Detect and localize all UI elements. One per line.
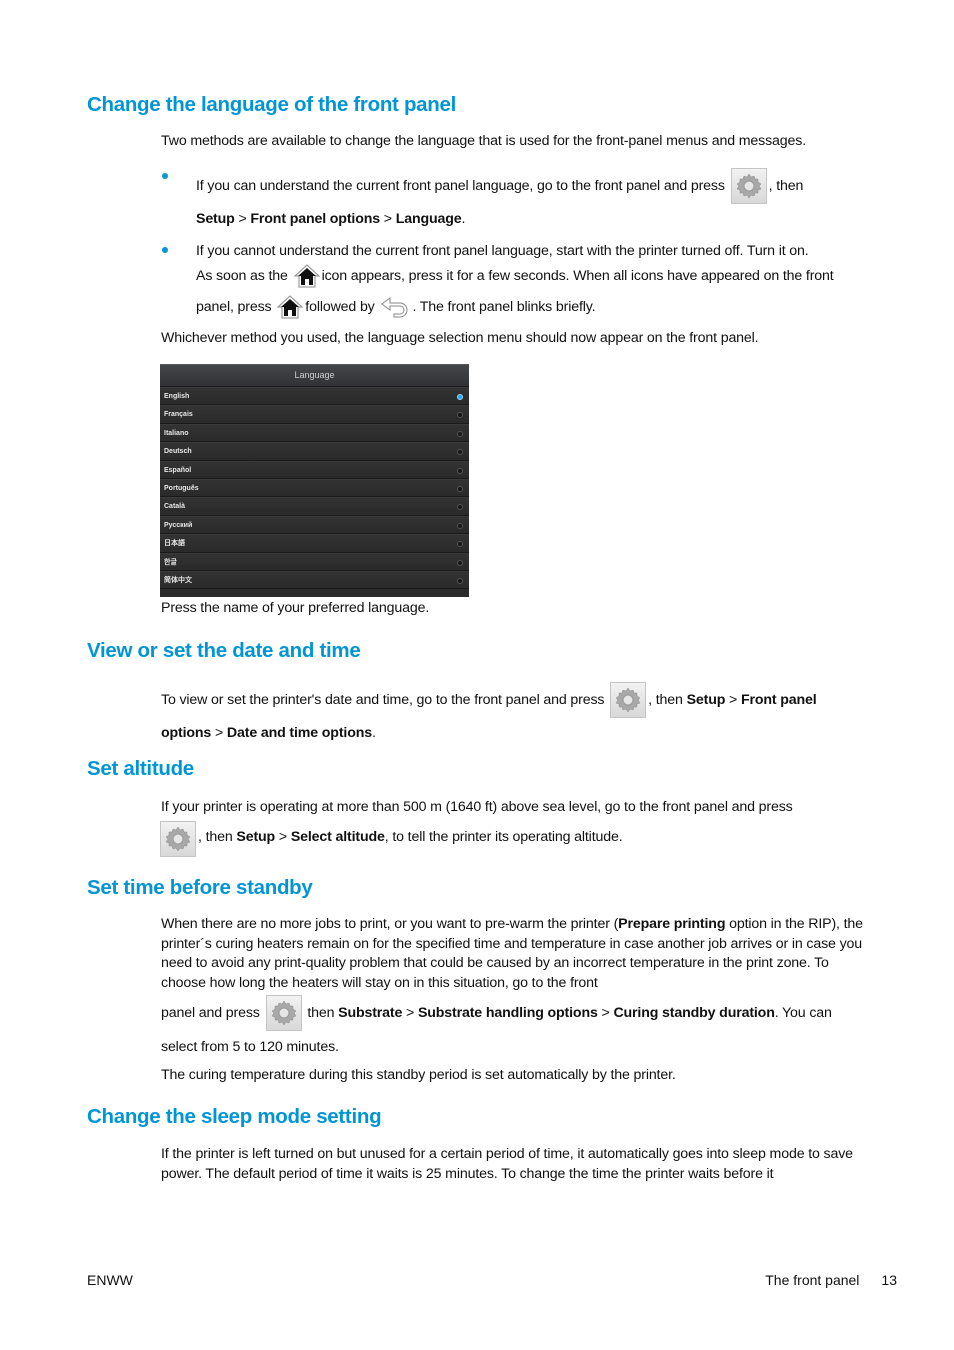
home-icon: [293, 264, 320, 288]
menu-path-front-panel-options: Front panel options: [250, 211, 380, 227]
language-option-label: Italiano: [164, 429, 189, 437]
text: .: [461, 211, 466, 227]
radio-unselected-icon[interactable]: [457, 412, 463, 419]
language-intro: Two methods are available to change the …: [161, 133, 806, 149]
page-number: 13: [881, 1272, 897, 1288]
language-method-1: If you can understand the current front …: [196, 168, 886, 234]
language-caption: Press the name of your preferred languag…: [161, 600, 430, 616]
menu-path-date-time-options: Date and time options: [226, 725, 372, 741]
text: panel and press: [161, 1004, 260, 1021]
text: , to tell the printer its operating alti…: [384, 828, 623, 845]
language-option[interactable]: 日本語: [160, 534, 469, 553]
text: then: [307, 1004, 335, 1021]
menu-path-substrate: Substrate: [338, 1004, 403, 1021]
standby-temperature-note: The curing temperature during this stand…: [161, 1067, 676, 1083]
menu-path-setup: Setup: [686, 691, 726, 708]
radio-unselected-icon[interactable]: [457, 485, 463, 492]
radio-unselected-icon[interactable]: [457, 430, 463, 437]
standby-text-cont: panel and press then Substrate > Substra…: [161, 995, 886, 1063]
heading-time-before-standby: Set time before standby: [87, 876, 313, 899]
language-option-label: Deutsch: [164, 448, 192, 456]
footer-section: The front panel 13: [765, 1272, 897, 1288]
radio-unselected-icon[interactable]: [457, 559, 463, 566]
language-option-label: 한글: [164, 558, 177, 566]
menu-path-substrate-handling: Substrate handling options: [417, 1004, 598, 1021]
language-selection-panel: Language English Français Italiano Deutsch E…: [160, 364, 469, 597]
text: If you cannot understand the current fro…: [196, 243, 809, 259]
text: As soon as the: [196, 267, 288, 284]
language-option-label: Русский: [164, 521, 193, 529]
text: To view or set the printer's date and ti…: [161, 691, 605, 708]
back-arrow-icon: [381, 297, 408, 318]
radio-unselected-icon[interactable]: [457, 541, 463, 548]
text: select from 5 to 120 minutes.: [161, 1039, 339, 1055]
text: . The front panel blinks briefly.: [412, 299, 596, 315]
text: , then: [648, 691, 683, 708]
gear-icon: [610, 682, 647, 718]
gear-icon: [160, 821, 196, 857]
text: . You can: [774, 1004, 832, 1021]
language-option-label: Português: [164, 484, 199, 492]
text: .: [371, 725, 376, 741]
language-option-label: 简体中文: [164, 576, 192, 584]
language-option[interactable]: Català: [160, 497, 469, 516]
standby-text: When there are no more jobs to print, or…: [161, 915, 876, 993]
language-option[interactable]: English: [160, 387, 469, 406]
text: , then: [768, 177, 804, 194]
text: If you can understand the current front …: [196, 177, 725, 194]
language-option[interactable]: Deutsch: [160, 442, 469, 461]
heading-date-time: View or set the date and time: [87, 639, 361, 662]
language-option[interactable]: 简体中文: [160, 570, 469, 590]
gear-icon: [265, 995, 302, 1031]
menu-path-select-altitude: Select altitude: [290, 828, 385, 845]
sleep-text: If the printer is left turned on but unu…: [161, 1146, 853, 1182]
panel-title: Language: [160, 365, 469, 387]
language-option-label: Français: [164, 411, 193, 419]
menu-path-setup: Setup: [196, 211, 235, 227]
prepare-printing-term: Prepare printing: [618, 916, 726, 932]
heading-set-altitude: Set altitude: [87, 757, 194, 780]
text: followed by: [305, 299, 375, 315]
text: panel, press: [196, 299, 272, 315]
radio-unselected-icon[interactable]: [457, 449, 463, 456]
menu-path-front-panel: Front panel: [740, 691, 817, 708]
text: , then: [198, 828, 233, 845]
language-option-label: 日本語: [164, 540, 185, 548]
altitude-text: If your printer is operating at more tha…: [160, 797, 886, 857]
language-option[interactable]: Русский: [160, 515, 469, 535]
heading-sleep-mode: Change the sleep mode setting: [87, 1105, 382, 1128]
language-option-label: English: [164, 393, 190, 400]
radio-unselected-icon[interactable]: [457, 522, 463, 529]
language-list: English Français Italiano Deutsch Español Por…: [160, 387, 469, 590]
language-option[interactable]: Português: [160, 478, 469, 498]
language-option-label: Català: [164, 503, 186, 511]
bullet-marker: [162, 173, 168, 179]
language-option[interactable]: 한글: [160, 552, 469, 571]
radio-unselected-icon[interactable]: [457, 504, 463, 511]
menu-path-curing-standby: Curing standby duration: [613, 1004, 775, 1021]
radio-unselected-icon[interactable]: [457, 577, 463, 584]
language-after-bullets: Whichever method you used, the language …: [161, 330, 759, 346]
language-option[interactable]: Español: [160, 460, 469, 479]
radio-unselected-icon[interactable]: [457, 467, 463, 474]
datetime-text: To view or set the printer's date and ti…: [161, 682, 886, 749]
menu-path-options: options: [161, 725, 212, 741]
text: icon appears, press it for a few seconds…: [321, 267, 834, 284]
footer-section-title: The front panel: [765, 1272, 860, 1288]
home-icon: [277, 295, 304, 319]
text: If your printer is operating at more tha…: [161, 799, 793, 815]
language-option[interactable]: Français: [160, 405, 469, 424]
menu-path-setup: Setup: [236, 828, 276, 845]
heading-change-language: Change the language of the front panel: [87, 93, 457, 116]
gear-icon: [730, 168, 767, 204]
language-option-label: Español: [164, 466, 192, 474]
footer-locale: ENWW: [87, 1272, 133, 1288]
language-option[interactable]: Italiano: [160, 423, 469, 443]
bullet-marker: [162, 247, 168, 253]
text: When there are no more jobs to print, or…: [161, 916, 619, 932]
language-method-2: If you cannot understand the current fro…: [196, 240, 886, 324]
radio-selected-icon[interactable]: [457, 394, 463, 400]
menu-path-language: Language: [395, 211, 462, 227]
